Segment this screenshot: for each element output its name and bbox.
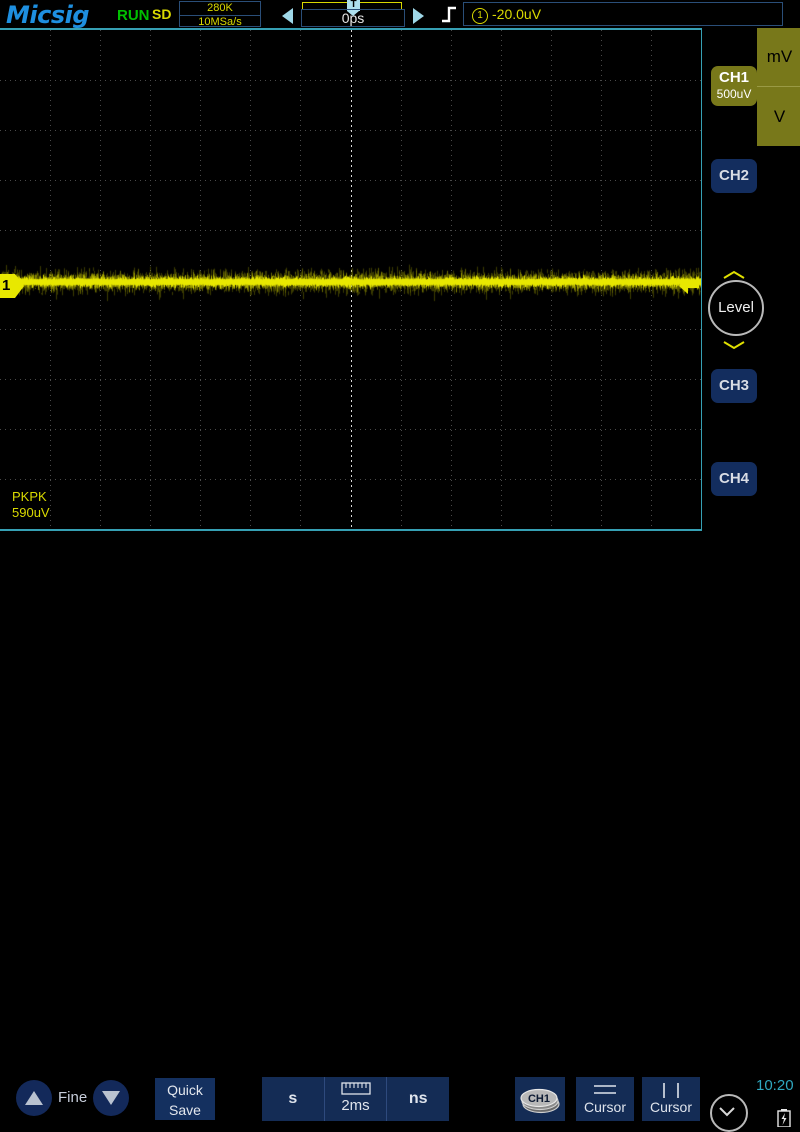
trigger-channel-badge: 1 [472,8,488,24]
oscilloscope-screen: Micsig RUN SD 280K 10MSa/s T 0ps 1-20.0u… [0,0,800,600]
battery-charging-icon [777,1109,791,1127]
channel-1-waveform-trace [0,30,701,529]
timebase-nanoseconds-button[interactable]: ns [387,1077,449,1121]
chevron-down-icon[interactable] [722,337,746,347]
timebase-value-button[interactable]: 2ms [324,1077,388,1121]
measurement-readout[interactable]: PKPK 590uV [12,489,50,521]
channel-1-scale: 500uV [711,86,757,103]
level-knob-button[interactable]: Level [708,280,764,336]
channel-marker-label: 1 [2,277,10,294]
top-status-bar: Micsig RUN SD 280K 10MSa/s T 0ps 1-20.0u… [0,0,800,28]
horizontal-cursor-label: Cursor [576,1099,634,1115]
memory-depth-value: 280K [180,2,260,16]
trigger-level-readout[interactable]: 1-20.0uV [463,2,783,26]
clock-display: 10:20 [756,1077,794,1094]
vertical-cursor-icon [642,1082,700,1098]
arrow-head [679,278,688,294]
position-right-arrow-icon[interactable] [413,8,424,24]
timebase-control-group: s 2ms ns [262,1077,449,1121]
rising-edge-icon [440,4,462,24]
marker-tip [15,274,24,298]
fine-adjust-label: Fine [58,1089,87,1106]
measurement-name: PKPK [12,489,50,505]
bottom-toolbar: Fine Quick Save s 2ms ns [0,531,800,600]
triangle-up-icon [25,1091,43,1105]
quick-save-line-1: Quick [155,1080,215,1100]
acquisition-info-box[interactable]: 280K 10MSa/s [179,1,261,27]
decrement-button[interactable] [93,1080,129,1116]
sample-rate-value: 10MSa/s [180,16,260,28]
run-state-indicator[interactable]: RUN [117,7,150,24]
channel-stack-button[interactable]: CH1 [515,1077,565,1121]
channel-1-ground-marker-icon[interactable]: 1 [0,274,24,298]
unit-millivolt-button[interactable]: mV [757,28,800,87]
timebase-value: 2ms [325,1097,387,1114]
increment-button[interactable] [16,1080,52,1116]
chevron-up-icon[interactable] [722,267,746,277]
vertical-cursor-label: Cursor [642,1099,700,1115]
timebase-seconds-button[interactable]: s [262,1077,324,1121]
trigger-level-knob: Level [708,254,763,364]
brand-logo: Micsig [6,1,89,29]
trigger-position-value[interactable]: 0ps [301,9,405,27]
position-left-arrow-icon[interactable] [282,8,293,24]
vertical-cursor-button[interactable]: Cursor [642,1077,700,1121]
measurement-value: 590uV [12,505,50,521]
horizontal-cursor-button[interactable]: Cursor [576,1077,634,1121]
arrow-shaft [687,283,699,288]
triangle-down-icon [102,1091,120,1105]
channel-1-button[interactable]: CH1 500uV [711,66,757,106]
waveform-display-area[interactable]: 1 PKPK 590uV [0,28,702,531]
channel-button-panel: CH1 500uV CH2 Level CH3 CH4 mV V [702,28,800,531]
menu-collapse-button[interactable] [710,1094,748,1132]
horizontal-position-control: T 0ps [276,0,430,28]
trigger-level-arrow-icon[interactable] [679,278,699,294]
svg-text:CH1: CH1 [528,1093,550,1105]
storage-label: SD [152,6,171,22]
horizontal-cursor-icon [576,1082,634,1098]
quick-save-line-2: Save [155,1100,215,1120]
quick-save-button[interactable]: Quick Save [155,1078,215,1120]
channel-1-label: CH1 [719,69,749,86]
channel-3-button[interactable]: CH3 [711,369,757,403]
channel-2-button[interactable]: CH2 [711,159,757,193]
channel-4-button[interactable]: CH4 [711,462,757,496]
trigger-level-value: -20.0uV [492,6,541,22]
unit-volt-button[interactable]: V [757,87,800,146]
